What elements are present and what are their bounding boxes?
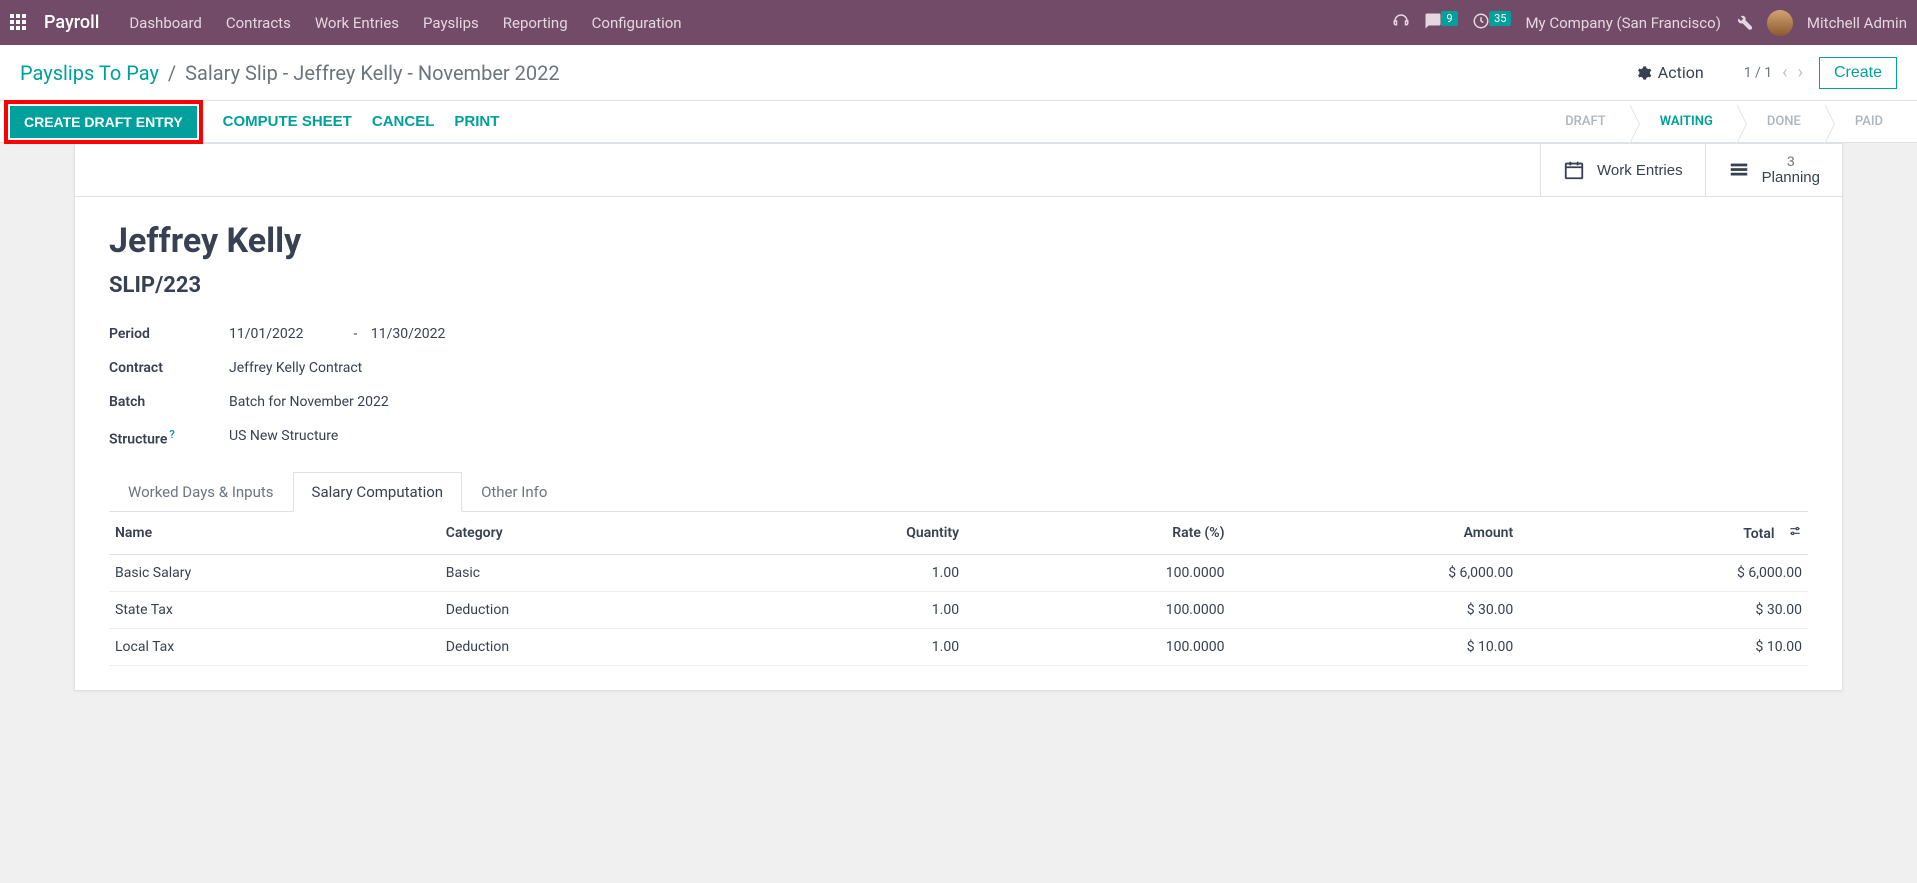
planning-label: Planning [1762,169,1820,186]
table-row[interactable]: Basic SalaryBasic1.00100.0000$ 6,000.00$… [109,555,1808,592]
breadcrumb-parent[interactable]: Payslips To Pay [20,61,159,85]
action-label: Action [1658,63,1704,82]
cell-rate: 100.0000 [965,592,1230,629]
cell-rate: 100.0000 [965,555,1230,592]
sliders-icon[interactable] [1788,524,1802,542]
col-name[interactable]: Name [109,512,440,555]
menu-contracts[interactable]: Contracts [226,14,291,32]
list-icon [1728,159,1750,181]
tools-icon[interactable] [1735,12,1753,34]
col-total[interactable]: Total [1519,512,1808,555]
main-menu: Dashboard Contracts Work Entries Payslip… [129,14,1392,32]
pager-text: 1 / 1 [1744,65,1772,81]
menu-work-entries[interactable]: Work Entries [315,14,399,32]
phone-icon[interactable] [1392,12,1410,34]
structure-label: Structure? [109,428,219,448]
status-draft[interactable]: DRAFT [1535,104,1630,139]
batch-label: Batch [109,394,219,410]
status-flow: DRAFT WAITING DONE PAID [1535,104,1907,139]
compute-sheet-button[interactable]: COMPUTE SHEET [223,113,352,130]
planning-count: 3 [1762,154,1820,169]
structure-value: US New Structure [229,428,709,448]
status-waiting[interactable]: WAITING [1630,104,1737,139]
clock-badge: 35 [1489,11,1511,26]
company-name[interactable]: My Company (San Francisco) [1525,14,1720,32]
cell-name: Basic Salary [109,555,440,592]
period-label: Period [109,326,219,342]
highlight-box: CREATE DRAFT ENTRY [4,100,203,144]
cell-amount: $ 10.00 [1230,629,1519,666]
clock-icon[interactable]: 35 [1472,12,1512,34]
work-entries-button[interactable]: Work Entries [1540,144,1705,196]
menu-reporting[interactable]: Reporting [503,14,568,32]
cell-rate: 100.0000 [965,629,1230,666]
cell-total: $ 6,000.00 [1519,555,1808,592]
status-done[interactable]: DONE [1737,104,1825,139]
cell-qty: 1.00 [722,555,965,592]
col-category[interactable]: Category [440,512,722,555]
menu-dashboard[interactable]: Dashboard [129,14,202,32]
breadcrumb: Payslips To Pay / Salary Slip - Jeffrey … [20,61,1636,85]
cell-qty: 1.00 [722,592,965,629]
work-entries-label: Work Entries [1597,162,1683,179]
cell-amount: $ 30.00 [1230,592,1519,629]
status-paid[interactable]: PAID [1825,104,1907,139]
col-quantity[interactable]: Quantity [722,512,965,555]
tabs: Worked Days & Inputs Salary Computation … [109,472,1808,512]
user-name[interactable]: Mitchell Admin [1807,14,1907,32]
contract-value: Jeffrey Kelly Contract [229,360,709,376]
menu-payslips[interactable]: Payslips [423,14,479,32]
calendar-icon [1563,159,1585,181]
avatar[interactable] [1767,10,1793,36]
create-draft-entry-button[interactable]: CREATE DRAFT ENTRY [10,106,197,138]
cell-amount: $ 6,000.00 [1230,555,1519,592]
app-brand[interactable]: Payroll [44,12,99,33]
print-button[interactable]: PRINT [454,113,499,130]
cell-category: Basic [440,555,722,592]
cell-name: State Tax [109,592,440,629]
help-icon[interactable]: ? [169,428,174,441]
breadcrumb-separator: / [168,61,176,85]
planning-button[interactable]: 3 Planning [1705,144,1842,196]
tab-other-info[interactable]: Other Info [462,472,566,512]
tab-worked-days[interactable]: Worked Days & Inputs [109,472,293,512]
tab-salary-computation[interactable]: Salary Computation [293,472,463,512]
action-menu[interactable]: Action [1636,63,1704,82]
col-rate[interactable]: Rate (%) [965,512,1230,555]
cell-total: $ 30.00 [1519,592,1808,629]
pager-prev-icon[interactable]: ‹ [1782,62,1787,83]
salary-table: Name Category Quantity Rate (%) Amount T… [109,512,1808,666]
pager: 1 / 1 ‹ › [1744,62,1803,83]
cell-name: Local Tax [109,629,440,666]
apps-icon[interactable] [10,14,28,32]
table-row[interactable]: Local TaxDeduction1.00100.0000$ 10.00$ 1… [109,629,1808,666]
col-amount[interactable]: Amount [1230,512,1519,555]
cell-total: $ 10.00 [1519,629,1808,666]
cell-category: Deduction [440,592,722,629]
cancel-button[interactable]: CANCEL [372,113,435,130]
gear-icon [1636,65,1652,81]
cell-category: Deduction [440,629,722,666]
create-button[interactable]: Create [1819,57,1897,89]
pager-next-icon[interactable]: › [1798,62,1803,83]
slip-number: SLIP/223 [109,273,1808,298]
chat-badge: 9 [1441,11,1457,26]
contract-label: Contract [109,360,219,376]
chat-icon[interactable]: 9 [1424,12,1458,34]
cell-qty: 1.00 [722,629,965,666]
table-row[interactable]: State TaxDeduction1.00100.0000$ 30.00$ 3… [109,592,1808,629]
page-title: Jeffrey Kelly [109,221,1808,261]
period-value: 11/01/2022- 11/30/2022 [229,326,709,342]
breadcrumb-current: Salary Slip - Jeffrey Kelly - November 2… [185,61,560,85]
batch-value: Batch for November 2022 [229,394,709,410]
menu-configuration[interactable]: Configuration [592,14,682,32]
